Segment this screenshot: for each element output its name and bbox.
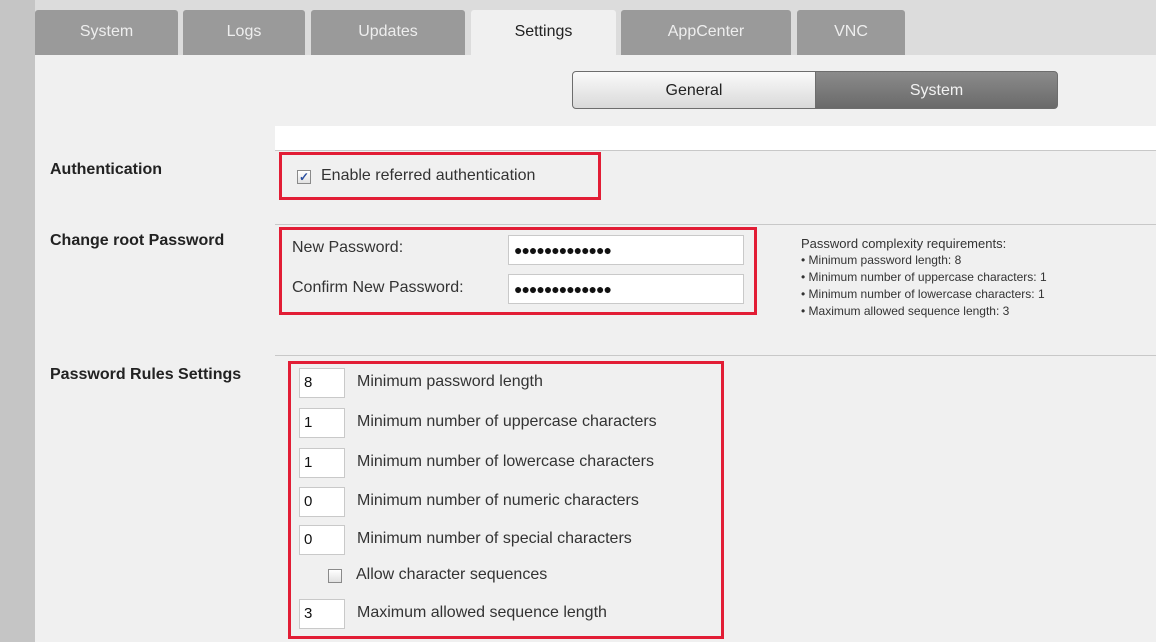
allow-sequences-label: Allow character sequences: [356, 566, 548, 583]
new-password-label: New Password:: [292, 239, 404, 256]
max-sequence-label: Maximum allowed sequence length: [357, 604, 607, 621]
requirement-item: • Minimum number of lowercase characters…: [801, 287, 1045, 301]
tab-logs[interactable]: Logs: [183, 10, 305, 55]
section-header-bar: [275, 126, 1156, 151]
min-length-input[interactable]: 8: [299, 368, 345, 398]
requirement-item: • Minimum password length: 8: [801, 253, 962, 267]
min-special-label: Minimum number of special characters: [357, 530, 632, 547]
confirm-password-input[interactable]: ●●●●●●●●●●●●●: [508, 274, 744, 304]
settings-panel: General System Authentication ✓ Enable r…: [35, 55, 1156, 642]
max-sequence-input[interactable]: 3: [299, 599, 345, 629]
min-numeric-label: Minimum number of numeric characters: [357, 492, 639, 509]
left-sidebar-strip: [0, 0, 35, 642]
divider: [275, 224, 1156, 225]
tab-vnc[interactable]: VNC: [797, 10, 905, 55]
min-lowercase-label: Minimum number of lowercase characters: [357, 453, 654, 470]
tab-appcenter[interactable]: AppCenter: [621, 10, 791, 55]
referred-auth-checkbox[interactable]: ✓: [297, 170, 311, 184]
divider: [275, 355, 1156, 356]
tab-bar: System Logs Updates Settings AppCenter V…: [35, 0, 1156, 55]
root-password-label: Change root Password: [50, 232, 225, 249]
tab-settings[interactable]: Settings: [471, 10, 616, 55]
allow-sequences-checkbox[interactable]: [328, 569, 342, 583]
new-password-input[interactable]: ●●●●●●●●●●●●●: [508, 235, 744, 265]
segment-general[interactable]: General: [572, 71, 816, 109]
min-lowercase-input[interactable]: 1: [299, 448, 345, 478]
min-uppercase-label: Minimum number of uppercase characters: [357, 413, 657, 430]
referred-auth-label: Enable referred authentication: [321, 167, 536, 184]
min-special-input[interactable]: 0: [299, 525, 345, 555]
authentication-label: Authentication: [50, 161, 162, 178]
segment-system[interactable]: System: [815, 71, 1058, 109]
password-requirements: Password complexity requirements: • Mini…: [801, 235, 1047, 320]
confirm-password-label: Confirm New Password:: [292, 279, 464, 296]
tab-updates[interactable]: Updates: [311, 10, 465, 55]
requirement-item: • Minimum number of uppercase characters…: [801, 270, 1047, 284]
password-rules-label: Password Rules Settings: [50, 366, 242, 383]
requirements-title: Password complexity requirements:: [801, 236, 1007, 251]
requirement-item: • Maximum allowed sequence length: 3: [801, 304, 1010, 318]
tab-system[interactable]: System: [35, 10, 178, 55]
min-uppercase-input[interactable]: 1: [299, 408, 345, 438]
min-length-label: Minimum password length: [357, 373, 543, 390]
min-numeric-input[interactable]: 0: [299, 487, 345, 517]
